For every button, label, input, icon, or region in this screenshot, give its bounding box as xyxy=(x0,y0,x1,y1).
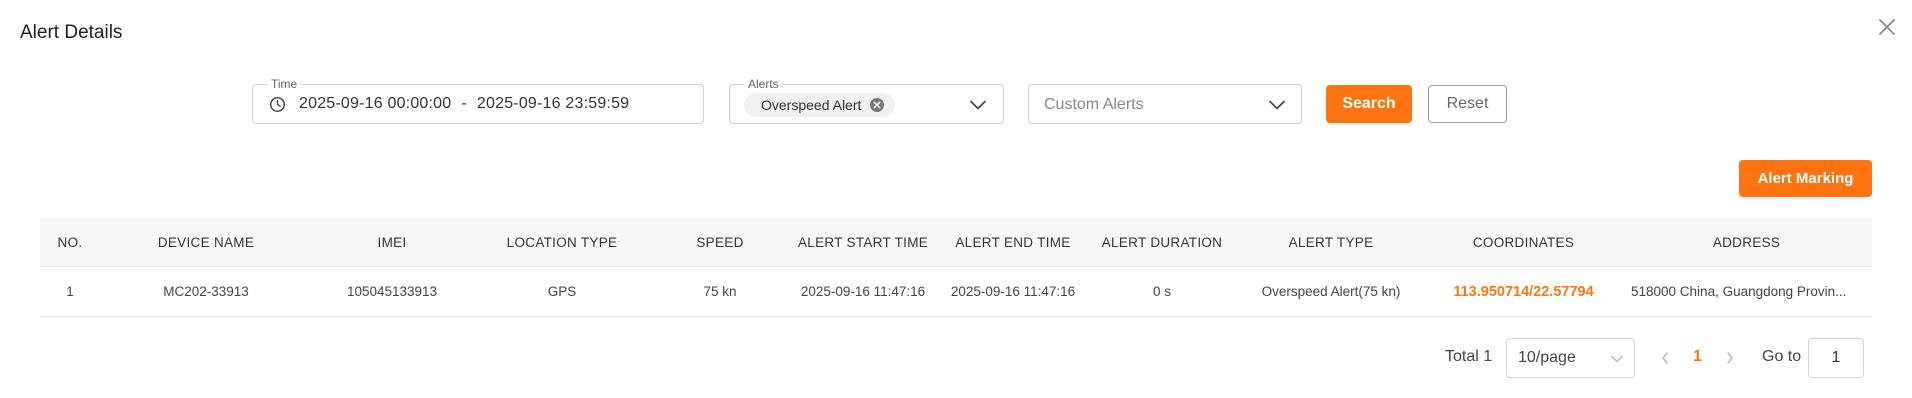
time-range-picker[interactable]: Time 2025-09-16 00:00:00-2025-09-16 23:5… xyxy=(252,76,704,124)
cell-device-name: MC202-33913 xyxy=(163,284,249,299)
page-size-select[interactable]: 10/page xyxy=(1506,338,1635,378)
cell-alert-type: Overspeed Alert(75 kn) xyxy=(1261,284,1401,299)
alerts-select[interactable]: Alerts Overspeed Alert xyxy=(729,76,1004,124)
pagination-total: Total 1 xyxy=(1445,348,1493,365)
chevron-down-icon[interactable] xyxy=(970,100,986,110)
alerts-label: Alerts xyxy=(744,76,783,92)
remove-tag-icon[interactable] xyxy=(869,97,885,113)
close-icon[interactable] xyxy=(1876,16,1898,38)
goto-label: Go to xyxy=(1762,348,1802,365)
dialog-title: Alert Details xyxy=(20,22,123,43)
column-header-coordinates: COORDINATES xyxy=(1472,234,1575,250)
column-header-no: NO. xyxy=(57,234,83,250)
custom-alerts-placeholder: Custom Alerts xyxy=(1044,96,1144,113)
cell-location-type: GPS xyxy=(547,284,577,299)
cell-no: 1 xyxy=(66,284,74,299)
column-header-alert-type: ALERT TYPE xyxy=(1288,234,1374,250)
cell-imei: 105045133913 xyxy=(346,284,438,299)
column-header-address: ADDRESS xyxy=(1712,234,1781,250)
time-start[interactable]: 2025-09-16 00:00:00 xyxy=(299,95,451,112)
table-row: 1 MC202-33913 105045133913 GPS 75 kn 202… xyxy=(40,267,1872,317)
column-header-imei: IMEI xyxy=(377,234,407,250)
alert-marking-button[interactable]: Alert Marking xyxy=(1739,160,1872,197)
goto-page-input[interactable] xyxy=(1808,338,1864,378)
column-header-alert-duration: ALERT DURATION xyxy=(1101,234,1223,250)
custom-alerts-select[interactable]: Custom Alerts xyxy=(1028,84,1302,124)
column-header-speed: SPEED xyxy=(696,234,744,250)
cell-address: 518000 China, Guangdong Provin... xyxy=(1631,284,1847,299)
page-size-value: 10/page xyxy=(1518,349,1576,366)
table-header: NO. DEVICE NAME IMEI LOCATION TYPE SPEED… xyxy=(40,218,1872,267)
chevron-down-icon xyxy=(1611,355,1623,363)
selected-alert-label: Overspeed Alert xyxy=(761,97,862,113)
column-header-device-name: DEVICE NAME xyxy=(157,234,255,250)
reset-button[interactable]: Reset xyxy=(1428,85,1507,123)
alerts-table: NO. DEVICE NAME IMEI LOCATION TYPE SPEED… xyxy=(40,218,1872,317)
chevron-left-icon[interactable] xyxy=(1660,350,1670,366)
cell-speed: 75 kn xyxy=(703,284,737,299)
time-label: Time xyxy=(267,76,302,92)
time-end[interactable]: 2025-09-16 23:59:59 xyxy=(477,95,629,112)
clock-icon xyxy=(269,96,286,113)
chevron-right-icon[interactable] xyxy=(1725,350,1735,366)
column-header-alert-end-time: ALERT END TIME xyxy=(955,234,1071,250)
column-header-location-type: LOCATION TYPE xyxy=(506,234,618,250)
cell-end-time: 2025-09-16 11:47:16 xyxy=(950,284,1076,299)
column-header-alert-start-time: ALERT START TIME xyxy=(797,234,929,250)
time-separator: - xyxy=(461,95,467,112)
cell-start-time: 2025-09-16 11:47:16 xyxy=(800,284,926,299)
selected-alert-tag: Overspeed Alert xyxy=(744,93,896,117)
search-button[interactable]: Search xyxy=(1326,85,1412,123)
chevron-down-icon[interactable] xyxy=(1269,100,1285,110)
cell-duration: 0 s xyxy=(1152,284,1171,299)
coordinates-link[interactable]: 113.950714/22.57794 xyxy=(1426,284,1621,300)
page-number-current[interactable]: 1 xyxy=(1693,348,1702,366)
